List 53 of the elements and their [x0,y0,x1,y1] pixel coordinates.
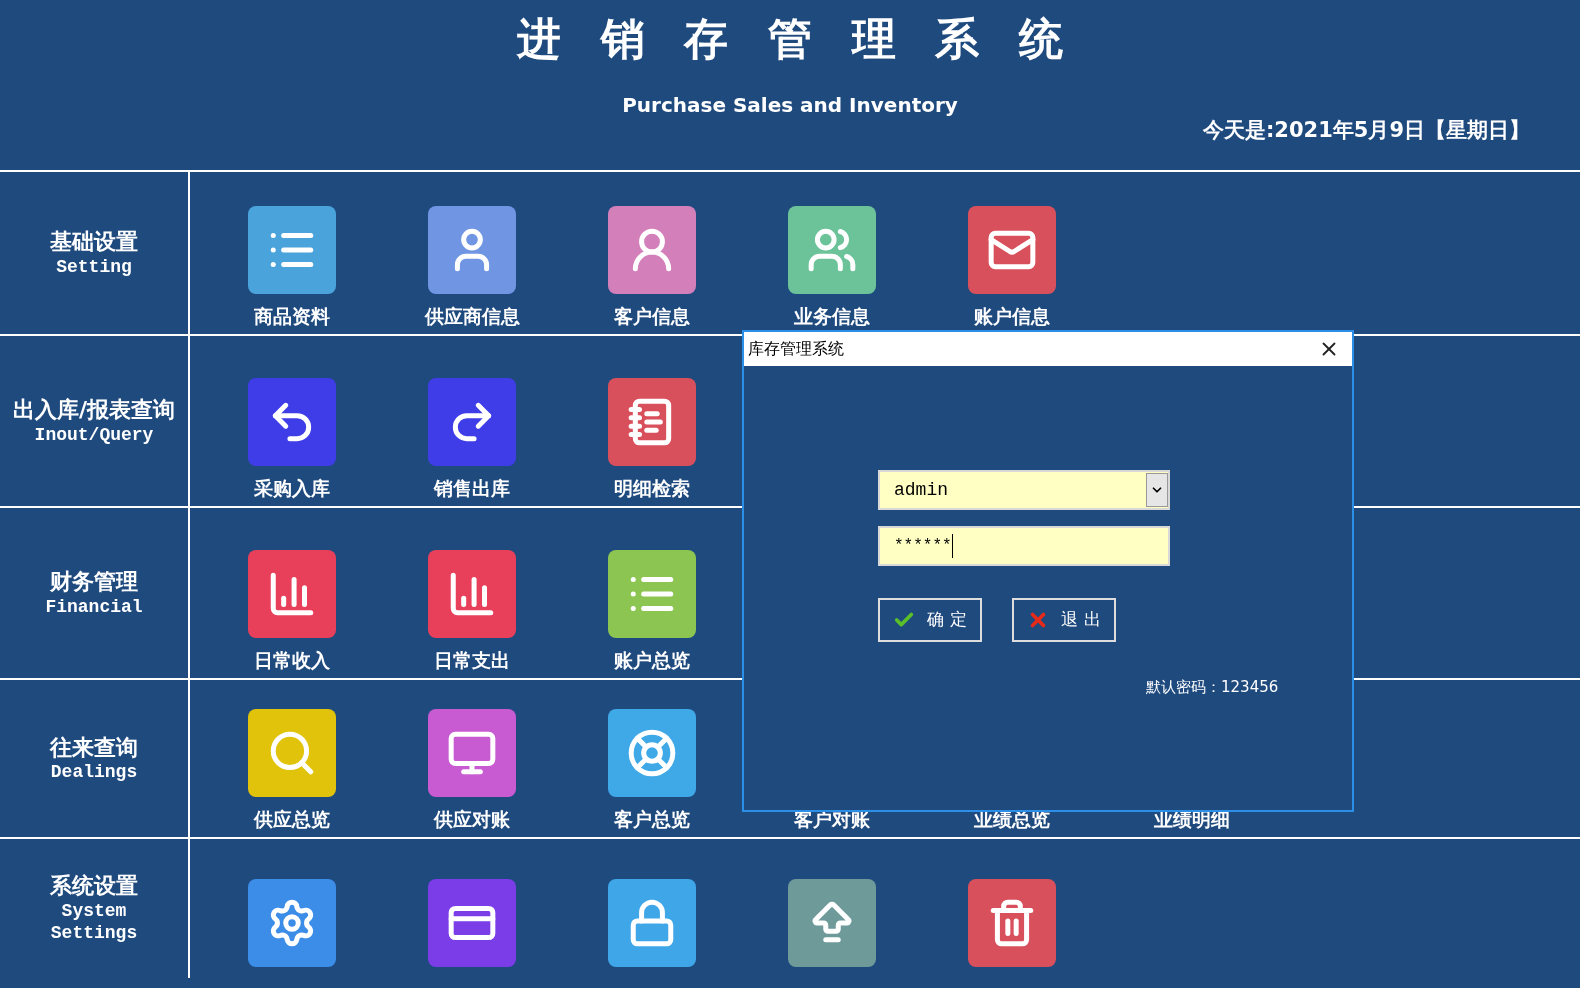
envelope-icon[interactable] [968,205,1056,294]
module-label[interactable]: 账户总览 [614,645,690,674]
list-icon[interactable] [248,205,336,294]
password-value: ****** [880,534,953,558]
bar-chart-icon[interactable] [428,549,516,638]
person-icon[interactable] [608,205,696,294]
username-combo[interactable]: admin [878,470,1170,510]
module-label[interactable]: 业务信息 [794,301,870,330]
card-icon[interactable] [428,879,516,967]
module-label[interactable]: 销售出库 [434,473,510,502]
module-label[interactable]: 日常收入 [254,645,330,674]
bar-chart-icon[interactable] [248,549,336,638]
notepad-icon[interactable] [608,377,696,466]
exit-button[interactable]: 退 出 [1012,598,1116,642]
password-field[interactable]: ****** [878,526,1170,566]
section-title: 系统设置 [50,872,138,900]
section-title: 基础设置 [50,228,138,256]
app-subtitle: Purchase Sales and Inventory [622,92,958,119]
search-icon[interactable] [248,708,336,797]
module-label[interactable]: 供应商信息 [424,301,520,330]
confirm-button[interactable]: 确 定 [878,598,982,642]
section-subtitle: Setting [56,255,132,278]
module-label[interactable]: 商品资料 [254,301,330,330]
module-label[interactable]: 账户信息 [974,301,1050,330]
module-label[interactable]: 客户总览 [614,804,690,833]
module-label[interactable]: 日常支出 [434,645,510,674]
monitor-icon[interactable] [428,708,516,797]
date-text: 今天是:2021年5月9日【星期日】 [1202,117,1530,144]
dropdown-icon[interactable] [1146,473,1168,507]
username-value: admin [893,478,948,502]
module-label[interactable]: 供应总览 [254,804,330,833]
module-label[interactable]: 供应对账 [434,804,510,833]
lock-icon[interactable] [608,879,696,967]
section-subtitle: Settings [50,922,138,945]
app-title: 进销存管理系统 [515,12,1103,66]
people-icon[interactable] [788,205,876,294]
section-subtitle: System [61,899,127,923]
trash-icon[interactable] [968,879,1056,967]
section-title: 财务管理 [50,568,138,596]
section-subtitle: Financial [45,595,143,618]
section-title: 出入库/报表查询 [12,396,175,424]
default-password-hint: 默认密码：123456 [1146,677,1280,698]
dialog-title: 库存管理系统 [748,338,844,360]
module-label[interactable]: 客户信息 [614,301,690,330]
module-label[interactable]: 明细检索 [614,473,690,502]
person-icon[interactable] [428,205,516,294]
settings-icon[interactable] [248,879,336,967]
module-label[interactable]: 采购入库 [254,473,330,502]
section-subtitle: Inout/Query [34,423,154,446]
section-subtitle: Dealings [50,761,138,784]
section-title: 往来查询 [50,733,138,761]
lifebuoy-icon[interactable] [608,708,696,797]
list-icon[interactable] [608,549,696,638]
